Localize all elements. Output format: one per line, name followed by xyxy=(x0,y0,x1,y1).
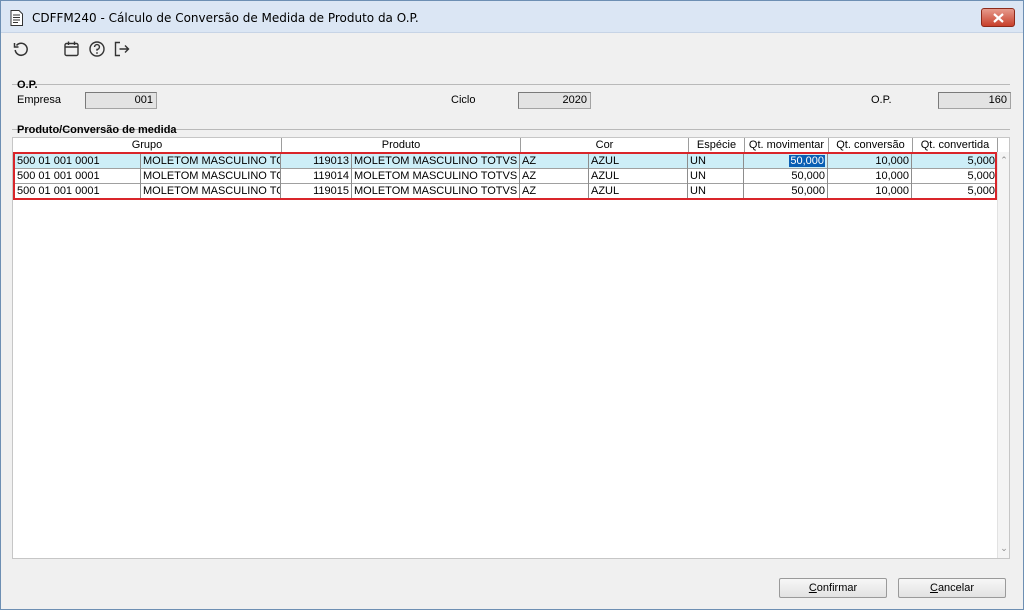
cell-produto-desc[interactable]: MOLETOM MASCULINO TOTVS MO xyxy=(352,184,520,199)
cell-grupo-desc[interactable]: MOLETOM MASCULINO TOT xyxy=(141,154,281,169)
op-group-border xyxy=(12,84,1010,85)
cancel-accelerator: C xyxy=(929,582,938,594)
cell-grupo-cod[interactable]: 500 01 001 0001 xyxy=(15,169,141,184)
cell-produto-desc[interactable]: MOLETOM MASCULINO TOTVS MO xyxy=(352,169,520,184)
cell-qt-convertida[interactable]: 5,000 xyxy=(912,184,997,199)
cell-qt-convertida[interactable]: 5,000 xyxy=(912,154,997,169)
calendar-icon[interactable] xyxy=(63,40,81,58)
cell-cor-cod[interactable]: AZ xyxy=(520,154,589,169)
help-icon[interactable] xyxy=(88,40,106,58)
close-icon xyxy=(993,13,1004,23)
header-grupo[interactable]: Grupo xyxy=(13,138,281,153)
cell-grupo-desc[interactable]: MOLETOM MASCULINO TOT xyxy=(141,184,281,199)
cell-produto-cod[interactable]: 119013 xyxy=(281,154,352,169)
cell-produto-desc[interactable]: MOLETOM MASCULINO TOTVS MO xyxy=(352,154,520,169)
cell-especie[interactable]: UN xyxy=(688,184,744,199)
header-cor[interactable]: Cor xyxy=(520,138,688,153)
grid-group-title: Produto/Conversão de medida xyxy=(17,124,177,136)
cell-cor-cod[interactable]: AZ xyxy=(520,169,589,184)
cell-especie[interactable]: UN xyxy=(688,169,744,184)
cell-produto-cod[interactable]: 119015 xyxy=(281,184,352,199)
qt-movimentar-selected-text[interactable]: 50,000 xyxy=(789,155,825,167)
window-title: CDFFM240 - Cálculo de Conversão de Medid… xyxy=(32,11,419,25)
scroll-up-icon[interactable]: ⌃ xyxy=(1000,156,1008,165)
product-grid: Grupo Produto Cor Espécie Qt. movimentar… xyxy=(12,137,1010,559)
toolbar xyxy=(1,34,1023,64)
op-field[interactable]: 160 xyxy=(938,92,1011,109)
document-icon xyxy=(10,10,23,26)
cell-cor-desc[interactable]: AZUL xyxy=(589,169,688,184)
header-produto[interactable]: Produto xyxy=(281,138,520,153)
cell-cor-desc[interactable]: AZUL xyxy=(589,154,688,169)
header-qt-conversao[interactable]: Qt. conversão xyxy=(828,138,912,153)
cell-qt-conversao[interactable]: 10,000 xyxy=(828,184,912,199)
table-row[interactable]: 500 01 001 0001 MOLETOM MASCULINO TOT 11… xyxy=(15,169,997,184)
confirm-accelerator: C xyxy=(808,582,817,594)
empresa-field[interactable]: 001 xyxy=(85,92,157,109)
header-qt-convertida[interactable]: Qt. convertida xyxy=(912,138,998,153)
cell-grupo-desc[interactable]: MOLETOM MASCULINO TOT xyxy=(141,169,281,184)
cell-cor-cod[interactable]: AZ xyxy=(520,184,589,199)
empresa-label: Empresa xyxy=(17,94,62,106)
cell-qt-conversao[interactable]: 10,000 xyxy=(828,169,912,184)
cell-qt-movimentar[interactable]: 50,000 xyxy=(744,169,828,184)
grid-header: Grupo Produto Cor Espécie Qt. movimentar… xyxy=(13,138,998,153)
cell-qt-movimentar-editing[interactable]: 50,000 xyxy=(744,154,828,169)
cancel-button[interactable]: Cancelar xyxy=(898,578,1006,598)
cell-grupo-cod[interactable]: 500 01 001 0001 xyxy=(15,184,141,199)
ciclo-field[interactable]: 2020 xyxy=(518,92,591,109)
cell-cor-desc[interactable]: AZUL xyxy=(589,184,688,199)
header-especie[interactable]: Espécie xyxy=(688,138,744,153)
scroll-down-icon[interactable]: ⌄ xyxy=(1000,544,1008,553)
op-group-title: O.P. xyxy=(17,79,38,91)
table-row[interactable]: 500 01 001 0001 MOLETOM MASCULINO TOT 11… xyxy=(15,154,997,169)
title-bar: CDFFM240 - Cálculo de Conversão de Medid… xyxy=(1,1,1023,33)
cell-qt-convertida[interactable]: 5,000 xyxy=(912,169,997,184)
header-qt-movimentar[interactable]: Qt. movimentar xyxy=(744,138,828,153)
confirm-label: onfirmar xyxy=(816,582,858,594)
ciclo-label: Ciclo xyxy=(451,94,476,106)
table-row[interactable]: 500 01 001 0001 MOLETOM MASCULINO TOT 11… xyxy=(15,184,997,199)
confirm-button[interactable]: Confirmar xyxy=(779,578,887,598)
cell-grupo-cod[interactable]: 500 01 001 0001 xyxy=(15,154,141,169)
op-label: O.P. xyxy=(871,94,892,106)
cancel-label: ancelar xyxy=(937,582,975,594)
cell-produto-cod[interactable]: 119014 xyxy=(281,169,352,184)
close-button[interactable] xyxy=(981,8,1015,27)
cell-qt-conversao[interactable]: 10,000 xyxy=(828,154,912,169)
refresh-icon[interactable] xyxy=(12,40,30,58)
cell-especie[interactable]: UN xyxy=(688,154,744,169)
cell-qt-movimentar[interactable]: 50,000 xyxy=(744,184,828,199)
main-window: CDFFM240 - Cálculo de Conversão de Medid… xyxy=(0,0,1024,610)
exit-icon[interactable] xyxy=(113,40,131,58)
vertical-scrollbar[interactable]: ⌃ ⌄ xyxy=(997,152,1009,558)
